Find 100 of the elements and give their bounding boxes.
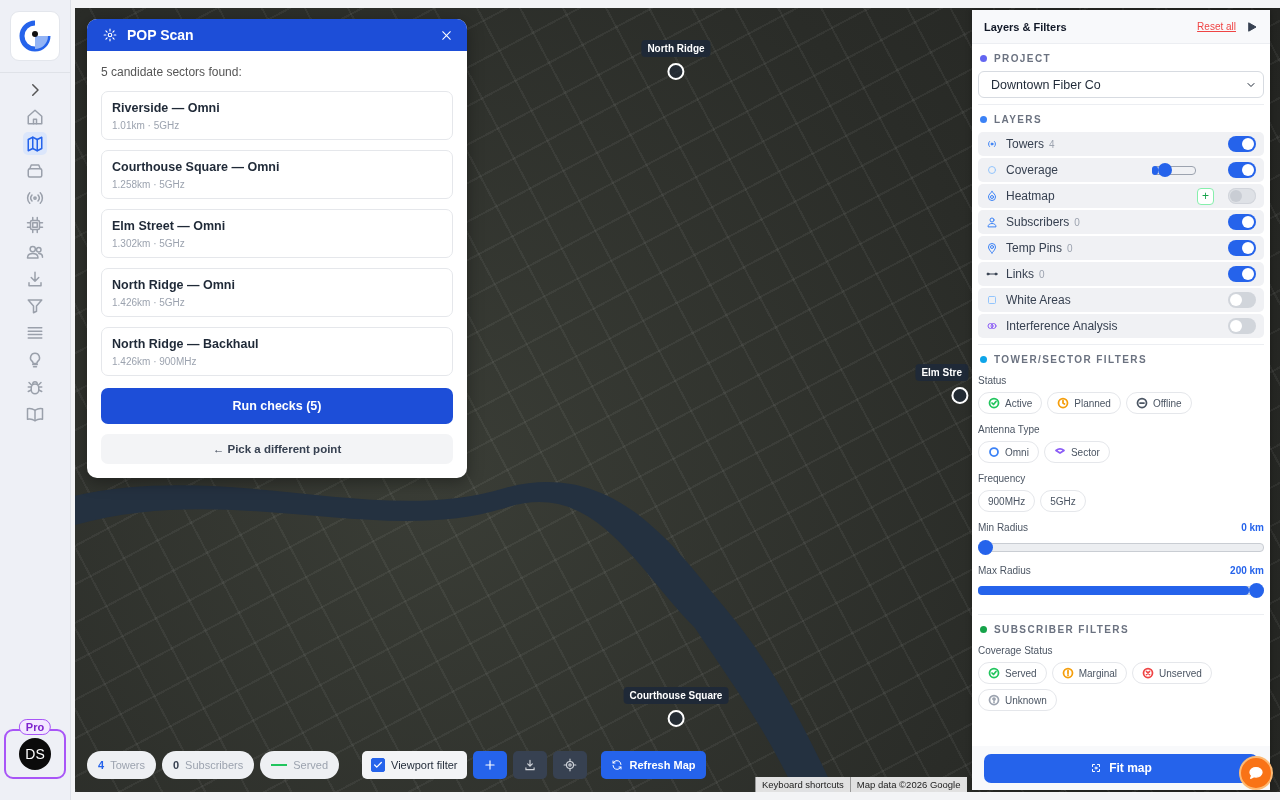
tower-marker[interactable] xyxy=(667,63,685,80)
filter-chip[interactable]: Omni xyxy=(978,441,1039,463)
opacity-slider[interactable] xyxy=(1152,163,1196,177)
map-attribution: Map data ©2026 Google xyxy=(849,777,967,792)
checkbox[interactable] xyxy=(371,758,386,772)
filter-chip[interactable]: 5GHz xyxy=(1040,490,1086,512)
slider-value: 200 km xyxy=(1230,565,1264,576)
filter-chip[interactable]: Unknown xyxy=(978,689,1057,711)
section-heading: TOWER/SECTOR FILTERS xyxy=(994,354,1147,365)
project-dropdown[interactable]: Downtown Fiber Co xyxy=(978,71,1264,98)
checkbox-label: Viewport filter xyxy=(391,759,458,771)
result-summary: 5 candidate sectors found: xyxy=(101,65,243,79)
toggle-switch[interactable] xyxy=(1228,162,1256,178)
slider-thumb[interactable] xyxy=(978,540,993,555)
layer-count: 0 xyxy=(1074,216,1080,228)
layer-label: White Areas xyxy=(1006,293,1071,307)
layer-count: 0 xyxy=(1039,268,1045,280)
close-button[interactable] xyxy=(440,28,453,42)
close-icon xyxy=(440,28,453,42)
box-icon xyxy=(26,161,44,180)
toggle-switch[interactable] xyxy=(1228,214,1256,230)
tower-marker[interactable] xyxy=(667,710,685,727)
chat-bubble-icon xyxy=(1248,765,1264,781)
overlap-rings-icon xyxy=(986,320,998,332)
focus-icon xyxy=(1090,762,1103,774)
download-button[interactable] xyxy=(513,751,548,779)
layer-label: Subscribers xyxy=(1006,215,1070,229)
layer-label: Interference Analysis xyxy=(1006,319,1118,333)
tower-label: Courthouse Square xyxy=(623,687,729,704)
candidate-card[interactable]: North Ridge — Backhaul 1.426km · 900MHz xyxy=(101,327,453,376)
legend-line xyxy=(271,764,288,766)
layer-count: 4 xyxy=(1049,138,1055,150)
stat-label: Served xyxy=(293,759,329,771)
collapse-button[interactable] xyxy=(1246,20,1258,33)
candidate-detail: 1.302km · 5GHz xyxy=(112,238,186,249)
candidate-card[interactable]: North Ridge — Omni 1.426km · 5GHz xyxy=(101,268,453,317)
panel-title: Layers & Filters xyxy=(984,20,1068,33)
filter-chip[interactable]: Active xyxy=(978,392,1043,414)
stat-count: 0 xyxy=(172,759,180,771)
toggle-switch[interactable] xyxy=(1228,240,1256,256)
filter-icon xyxy=(26,296,44,315)
antenna-icon xyxy=(986,138,998,150)
filter-chip[interactable]: Served xyxy=(978,662,1047,684)
radius-slider[interactable] xyxy=(978,540,1264,555)
layer-label: Coverage xyxy=(1006,163,1059,177)
slider-value: 0 km xyxy=(1241,522,1264,533)
reset-link[interactable]: Reset all xyxy=(1197,21,1236,32)
filter-chip[interactable]: Sector xyxy=(1043,441,1110,463)
candidate-detail: 1.426km · 5GHz xyxy=(112,297,186,308)
app-logo[interactable] xyxy=(10,11,60,61)
filter-chip[interactable]: Unserved xyxy=(1132,662,1212,684)
candidate-name: North Ridge — Backhaul xyxy=(112,337,260,351)
toggle-switch[interactable] xyxy=(1228,266,1256,282)
refresh-map-button[interactable]: Refresh Map xyxy=(601,751,706,779)
nav-item[interactable] xyxy=(23,132,47,155)
avatar: DS xyxy=(19,738,51,770)
filter-chip[interactable]: Marginal xyxy=(1051,662,1128,684)
person-icon xyxy=(986,216,998,228)
slider-label: Min Radius xyxy=(978,522,1029,533)
toggle-switch[interactable] xyxy=(1228,318,1256,334)
stat-label: Towers xyxy=(110,759,145,771)
plan-badge: Pro xyxy=(18,719,52,735)
candidate-detail: 1.01km · 5GHz xyxy=(112,120,181,131)
layer-count: 0 xyxy=(1067,242,1073,254)
run-checks-button[interactable]: Run checks (5) xyxy=(101,388,453,424)
filter-label: Frequency xyxy=(978,473,1027,484)
section-heading: PROJECT xyxy=(994,53,1052,64)
target-icon xyxy=(563,758,578,772)
filter-chip[interactable]: Offline xyxy=(1125,392,1192,414)
square-icon xyxy=(986,294,998,306)
candidate-name: North Ridge — Omni xyxy=(112,278,236,292)
layer-label: Links xyxy=(1006,267,1034,281)
tower-marker[interactable] xyxy=(951,387,968,404)
locate-button[interactable] xyxy=(553,751,588,779)
section-heading: SUBSCRIBER FILTERS xyxy=(994,624,1130,635)
viewport-filter-checkbox[interactable]: Viewport filter xyxy=(362,751,468,779)
refresh-icon xyxy=(611,759,624,771)
shortcuts-link[interactable]: Keyboard shortcuts xyxy=(755,777,850,792)
layer-label: Temp Pins xyxy=(1006,241,1063,255)
stat-label: Subscribers xyxy=(185,759,244,771)
layer-label: Heatmap xyxy=(1006,189,1055,203)
filter-chip[interactable]: 900MHz xyxy=(978,490,1036,512)
candidate-detail: 1.258km · 5GHz xyxy=(112,179,186,190)
candidate-name: Courthouse Square — Omni xyxy=(112,160,281,174)
candidate-card[interactable]: Courthouse Square — Omni 1.258km · 5GHz xyxy=(101,150,453,199)
candidate-card[interactable]: Riverside — Omni 1.01km · 5GHz xyxy=(101,91,453,140)
checkmark-icon xyxy=(373,760,384,770)
candidate-detail: 1.426km · 900MHz xyxy=(112,356,198,367)
home-icon xyxy=(26,107,44,126)
slider-thumb[interactable] xyxy=(1249,583,1264,598)
pick-point-button[interactable]: ← Pick a different point xyxy=(101,434,453,464)
candidate-card[interactable]: Elm Street — Omni 1.302km · 5GHz xyxy=(101,209,453,258)
toggle-switch[interactable] xyxy=(1228,292,1256,308)
add-button[interactable] xyxy=(473,751,508,779)
radius-slider[interactable] xyxy=(978,583,1264,598)
filter-chip[interactable]: Planned xyxy=(1047,392,1121,414)
toggle-switch[interactable] xyxy=(1228,136,1256,152)
download-icon xyxy=(523,758,538,772)
slider-thumb[interactable] xyxy=(1158,163,1172,177)
circle-icon xyxy=(986,164,998,176)
